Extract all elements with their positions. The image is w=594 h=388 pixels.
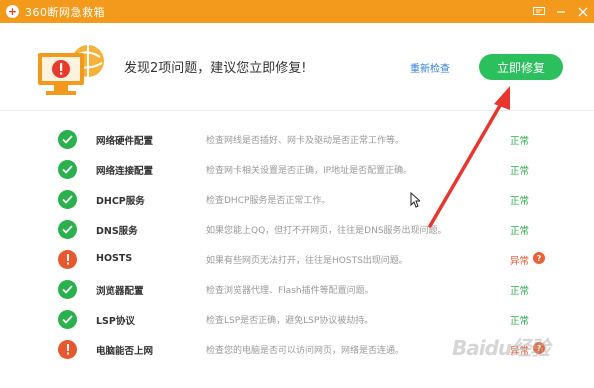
check-item-row: 网络硬件配置 检查网线是否插好、网卡及驱动是否正常工作等。 正常 — [0, 130, 594, 152]
check-item-name: 浏览器配置 — [96, 286, 144, 297]
header-divider — [0, 110, 594, 111]
check-item-name: HOSTS — [96, 253, 133, 264]
check-item-name: LSP协议 — [96, 316, 135, 327]
recheck-link[interactable]: 重新检查 — [410, 60, 450, 75]
watermark: Baidu经验 — [452, 336, 550, 360]
check-ok-icon — [58, 130, 77, 149]
check-item-status: 正常 — [510, 136, 530, 147]
error-exclamation-icon — [58, 250, 77, 269]
check-item-name: DHCP服务 — [96, 196, 145, 207]
mouse-pointer-icon — [410, 191, 422, 212]
check-item-description: 检查浏览器代理、Flash插件等配置问题。 — [206, 286, 374, 296]
check-item-name: 电脑能否上网 — [96, 346, 154, 357]
check-item-name: 网络连接配置 — [96, 166, 154, 177]
title-bar: + 360断网急救箱 — [0, 0, 594, 23]
check-ok-icon — [58, 220, 77, 239]
check-item-row: DNS服务 如果您能上QQ，但打不开网页，往往是DNS服务出现问题。 正常 — [0, 220, 594, 242]
feedback-icon[interactable] — [528, 0, 550, 23]
check-item-status: 正常 — [510, 316, 530, 327]
app-logo-icon: + — [6, 5, 19, 18]
check-item-status: 异常 — [510, 256, 530, 267]
close-icon[interactable] — [572, 0, 594, 23]
check-item-description: 检查您的电脑是否可以访问网页，网络是否连通。 — [206, 346, 405, 356]
check-item-row: HOSTS 如果有些网页无法打开，往往是HOSTS出现问题。 异常? — [0, 250, 594, 272]
network-error-illustration — [36, 43, 108, 101]
check-ok-icon — [58, 190, 77, 209]
check-item-row: 浏览器配置 检查浏览器代理、Flash插件等配置问题。 正常 — [0, 280, 594, 302]
window-controls — [528, 0, 594, 23]
check-item-description: 如果有些网页无法打开，往往是HOSTS出现问题。 — [206, 256, 408, 266]
check-ok-icon — [58, 280, 77, 299]
error-exclamation-icon — [58, 340, 77, 359]
check-item-description: 检查LSP是否正确，避免LSP协议被劫持。 — [206, 316, 374, 326]
check-item-status: 正常 — [510, 286, 530, 297]
check-item-description: 检查网卡相关设置是否正确，IP地址是否配置正确。 — [206, 166, 413, 176]
diagnosis-message: 发现2项问题，建议您立即修复! — [124, 61, 307, 76]
result-header: 发现2项问题，建议您立即修复! 重新检查 立即修复 — [0, 23, 594, 110]
check-item-status: 正常 — [510, 196, 530, 207]
check-ok-icon — [58, 160, 77, 179]
check-ok-icon — [58, 310, 77, 329]
help-question-icon[interactable]: ? — [533, 252, 545, 264]
check-item-name: DNS服务 — [96, 226, 138, 237]
window-title: 360断网急救箱 — [25, 5, 105, 19]
minimize-icon[interactable] — [550, 0, 572, 23]
check-item-status: 正常 — [510, 166, 530, 177]
check-item-row: DHCP服务 检查DHCP服务是否正常工作。 正常 — [0, 190, 594, 212]
check-item-row: 网络连接配置 检查网卡相关设置是否正确，IP地址是否配置正确。 正常 — [0, 160, 594, 182]
check-item-description: 如果您能上QQ，但打不开网页，往往是DNS服务出现问题。 — [206, 226, 447, 236]
check-item-name: 网络硬件配置 — [96, 136, 154, 147]
check-item-row: LSP协议 检查LSP是否正确，避免LSP协议被劫持。 正常 — [0, 310, 594, 332]
check-item-status: 正常 — [510, 226, 530, 237]
check-item-description: 检查DHCP服务是否正常工作。 — [206, 196, 331, 206]
check-item-description: 检查网线是否插好、网卡及驱动是否正常工作等。 — [206, 136, 405, 146]
fix-now-button[interactable]: 立即修复 — [479, 54, 563, 80]
